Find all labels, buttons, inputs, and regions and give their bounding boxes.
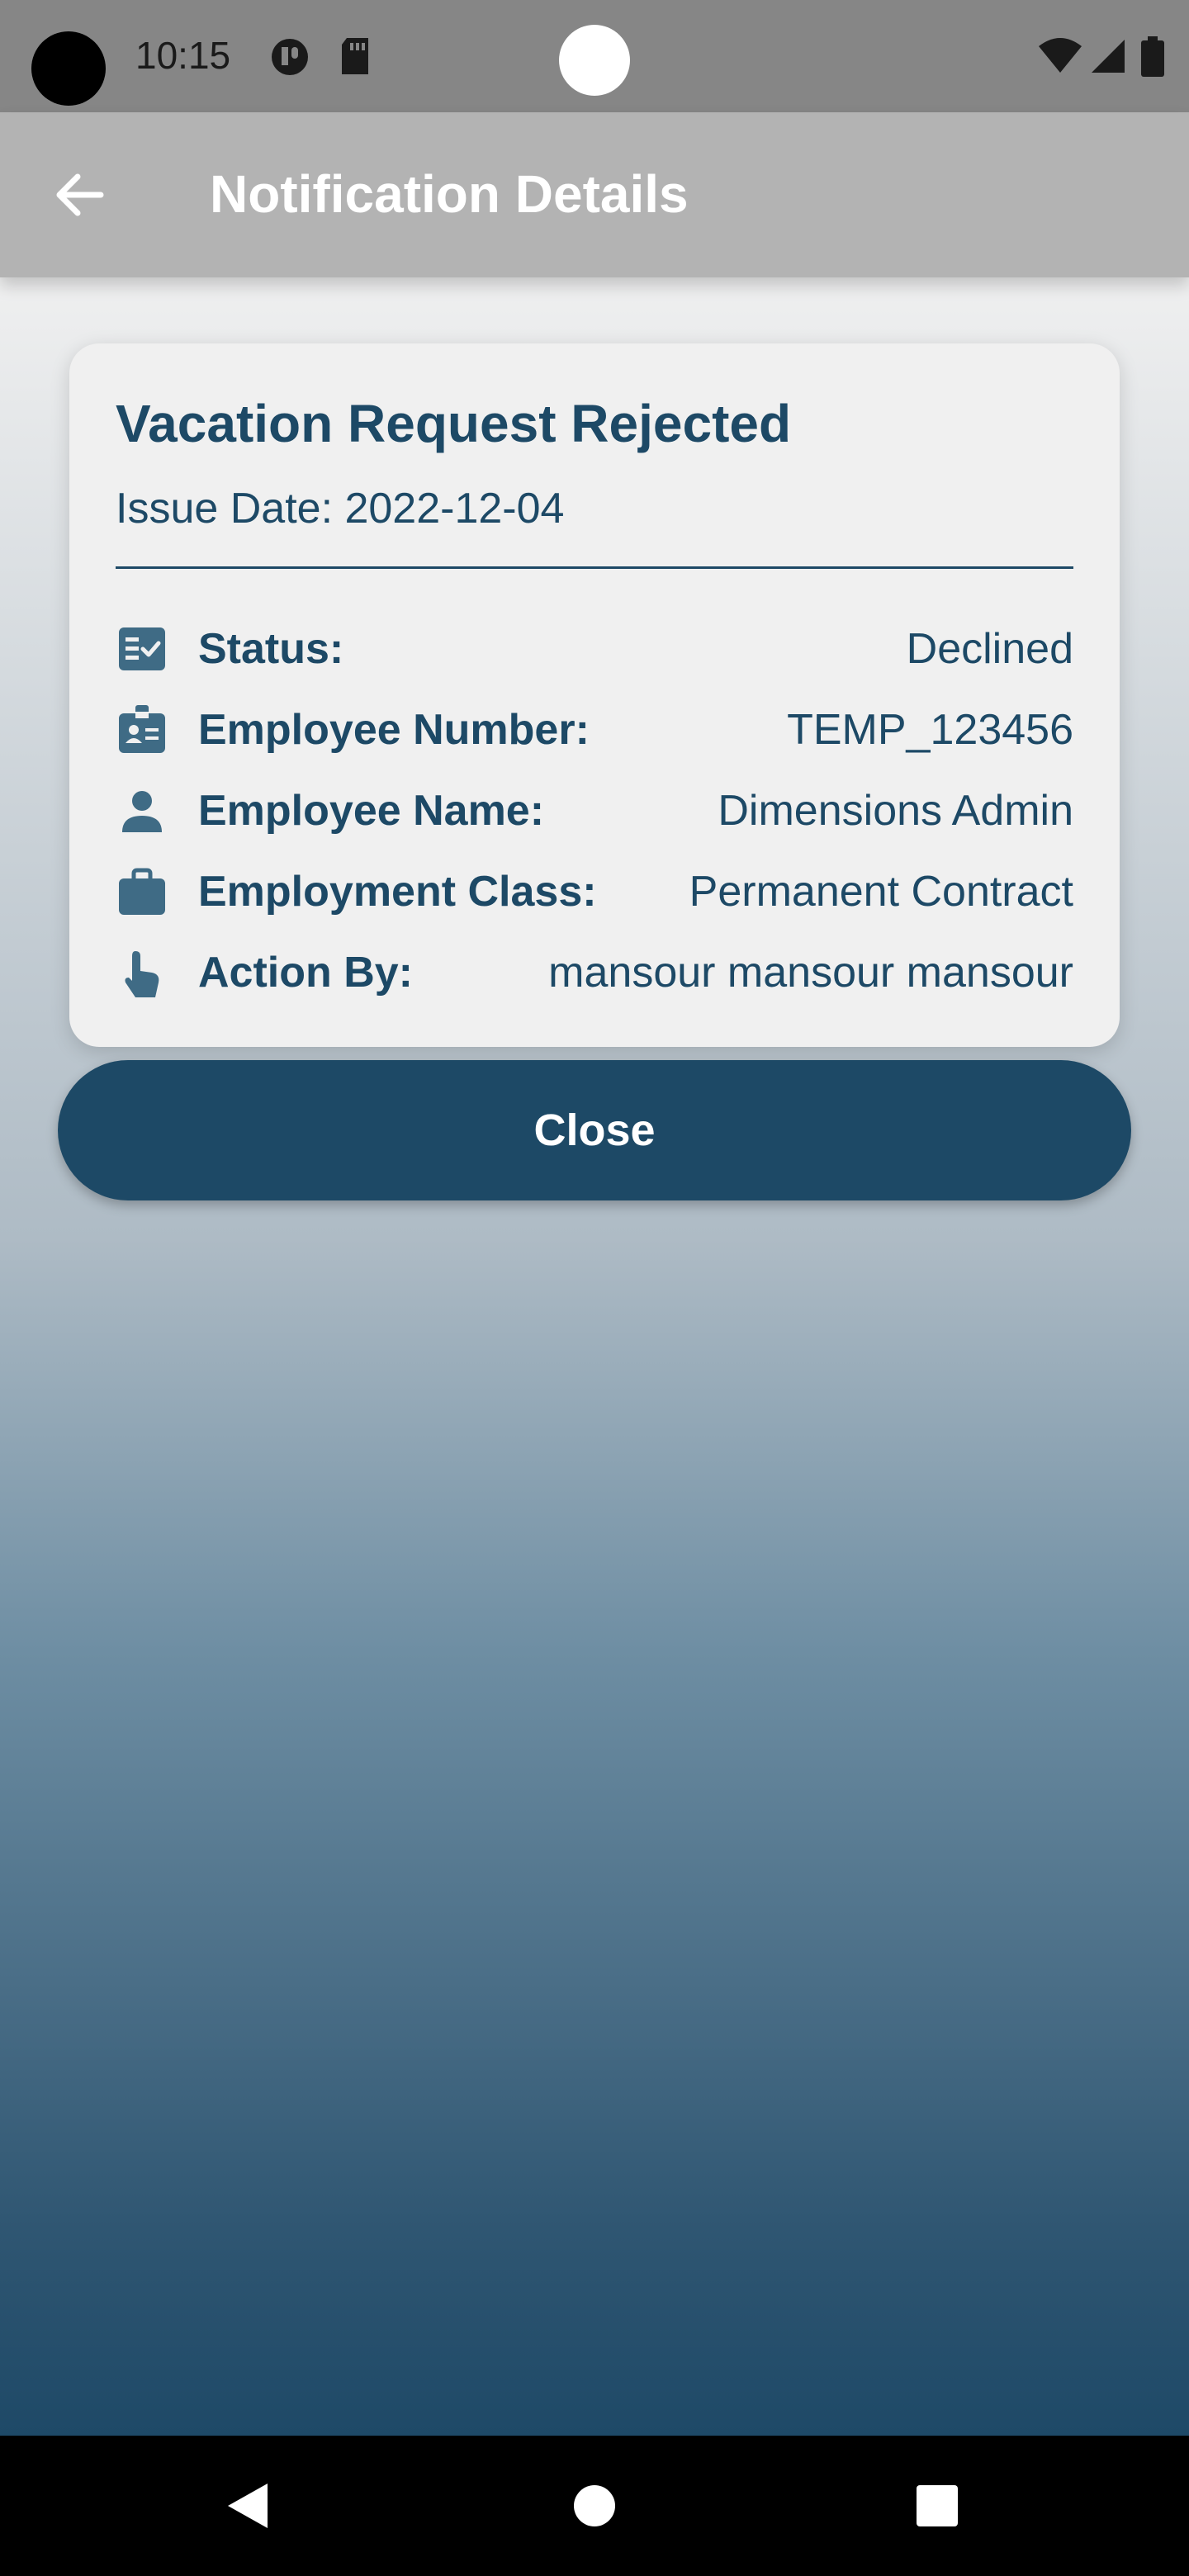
detail-row-employee-number: Employee Number: TEMP_123456: [116, 695, 1073, 761]
nav-back-icon[interactable]: [220, 2477, 277, 2535]
detail-row-status: Status: Declined: [116, 614, 1073, 680]
status-bar: 10:15: [0, 0, 1189, 112]
divider: [116, 566, 1073, 569]
employee-name-value: Dimensions Admin: [718, 787, 1073, 835]
action-by-value: mansour mansour mansour: [548, 949, 1073, 997]
status-time: 10:15: [135, 34, 231, 77]
signal-icon: [1092, 40, 1125, 73]
touch-icon: [125, 951, 159, 997]
person-icon: [122, 791, 162, 832]
notification-card: Vacation Request Rejected Issue Date: 20…: [69, 343, 1120, 1047]
employee-number-label: Employee Number:: [198, 706, 590, 754]
notification-app-icon: [272, 39, 308, 75]
nav-home-icon[interactable]: [566, 2477, 623, 2535]
page-title: Notification Details: [210, 164, 689, 224]
camera-cutout: [31, 31, 106, 106]
detail-row-employee-name: Employee Name: Dimensions Admin: [116, 776, 1073, 842]
checklist-icon: [119, 627, 165, 670]
battery-icon: [1141, 36, 1164, 77]
center-indicator: [559, 25, 630, 96]
employee-name-label: Employee Name:: [198, 787, 545, 835]
close-button[interactable]: Close: [58, 1060, 1131, 1200]
issue-date: Issue Date: 2022-12-04: [116, 485, 565, 533]
employment-class-value: Permanent Contract: [689, 868, 1073, 916]
employment-class-label: Employment Class:: [198, 868, 597, 916]
system-nav-bar: [0, 2436, 1189, 2576]
sd-card-icon: [342, 38, 368, 74]
wifi-icon: [1039, 38, 1082, 73]
action-by-label: Action By:: [198, 949, 413, 997]
badge-icon: [119, 705, 165, 753]
employee-number-value: TEMP_123456: [787, 706, 1073, 754]
detail-row-employment-class: Employment Class: Permanent Contract: [116, 857, 1073, 923]
nav-recents-icon[interactable]: [908, 2477, 966, 2535]
status-label: Status:: [198, 625, 344, 673]
detail-row-action-by: Action By: mansour mansour mansour: [116, 938, 1073, 1004]
back-arrow-icon[interactable]: [46, 162, 112, 228]
briefcase-icon: [119, 868, 165, 915]
notification-title: Vacation Request Rejected: [116, 394, 792, 453]
status-value: Declined: [906, 625, 1073, 673]
app-bar: Notification Details: [0, 112, 1189, 277]
